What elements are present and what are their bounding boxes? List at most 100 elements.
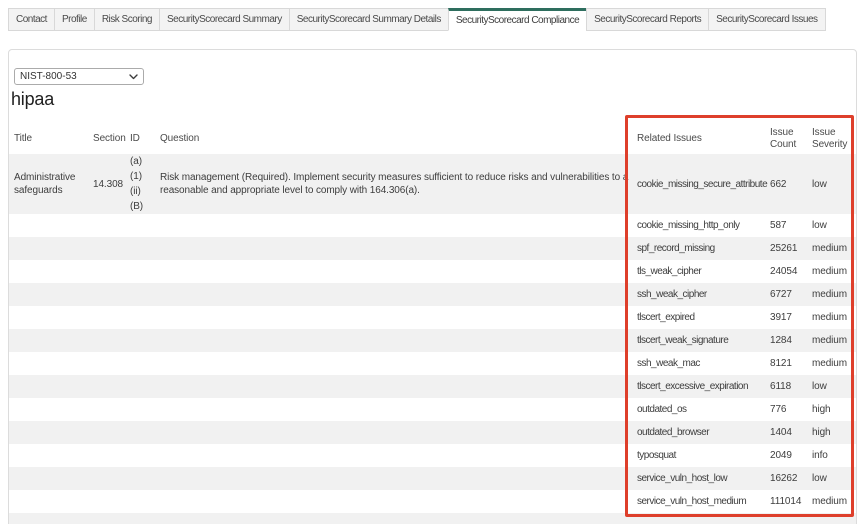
table-row: outdated_browser 1404 high	[9, 421, 856, 444]
cell-empty	[88, 283, 125, 306]
table-row: cookie_missing_http_only 587 low	[9, 214, 856, 237]
header-id: ID	[130, 132, 140, 144]
cell-empty	[155, 398, 632, 421]
cell-section: 14.308	[93, 178, 123, 190]
tab-securityscorecard-issues[interactable]: SecurityScorecard Issues	[708, 8, 826, 31]
cell-empty	[9, 214, 88, 237]
cell-issue-severity: medium	[812, 312, 847, 323]
cell-empty	[9, 444, 88, 467]
cell-issue-count: 662	[770, 178, 787, 190]
cell-empty	[88, 306, 125, 329]
cell-issue-name: typosquat	[637, 450, 676, 461]
cell-issue-severity: low	[812, 178, 827, 190]
cell-empty	[155, 467, 632, 490]
cell-empty	[155, 260, 632, 283]
cell-issue-severity: medium	[812, 243, 847, 254]
cell-empty	[125, 352, 155, 375]
page-title: hipaa	[11, 89, 55, 109]
cell-empty	[9, 260, 88, 283]
cell-issue-count: 8121	[770, 358, 792, 369]
cell-empty	[155, 490, 632, 513]
cell-issue-count: 6118	[770, 381, 792, 392]
tab-securityscorecard-summary-details[interactable]: SecurityScorecard Summary Details	[288, 8, 449, 31]
cell-empty	[155, 283, 632, 306]
chevron-down-icon	[129, 73, 138, 80]
framework-select[interactable]: NIST-800-53	[14, 68, 144, 85]
cell-issue-severity: high	[812, 404, 831, 415]
cell-issue-count: 1404	[770, 427, 792, 438]
cell-issue-count: 111014	[770, 496, 802, 507]
cell-empty	[125, 306, 155, 329]
tab-bar: Contact Profile Risk Scoring SecuritySco…	[8, 8, 826, 31]
header-question: Question	[160, 132, 200, 144]
cell-empty	[125, 421, 155, 444]
compliance-table: Title Section ID Question Related Issues…	[9, 123, 856, 524]
cell-empty	[9, 375, 88, 398]
cell-issue-count: 25261	[770, 243, 798, 254]
cell-empty	[9, 421, 88, 444]
cell-issue-name: tlscert_excessive_expiration	[637, 381, 749, 392]
cell-empty	[9, 329, 88, 352]
cell-empty	[155, 375, 632, 398]
header-title: Title	[14, 132, 33, 144]
cell-issue-name: spf_record_missing	[637, 243, 715, 254]
cell-empty	[9, 352, 88, 375]
cell-empty	[9, 306, 88, 329]
cell-empty	[125, 490, 155, 513]
table-row: outdated_os 776 high	[9, 398, 856, 421]
tab-securityscorecard-reports[interactable]: SecurityScorecard Reports	[586, 8, 710, 31]
cell-empty	[125, 444, 155, 467]
cell-issue-name: service_vuln_host_medium	[637, 496, 747, 507]
cell-empty	[88, 260, 125, 283]
cell-issue-name: service_vuln_host_low	[637, 473, 728, 484]
table-row: ssh_weak_mac 8121 medium	[9, 352, 856, 375]
table-row: tls_weak_cipher 24054 medium	[9, 260, 856, 283]
tab-securityscorecard-compliance[interactable]: SecurityScorecard Compliance	[447, 8, 588, 31]
cell-empty	[9, 490, 88, 513]
cell-issue-count: 2049	[770, 450, 792, 461]
tab-securityscorecard-summary[interactable]: SecurityScorecard Summary	[158, 8, 290, 31]
cell-empty	[125, 260, 155, 283]
cell-issue-severity: medium	[812, 335, 847, 346]
cell-empty	[155, 352, 632, 375]
cell-issue-count: 3917	[770, 312, 792, 323]
cell-issue-severity: medium	[812, 289, 847, 300]
table-row	[9, 513, 856, 524]
cell-issue-count: 776	[770, 404, 787, 415]
compliance-panel: NIST-800-53 hipaa Title Section ID Quest…	[8, 49, 857, 524]
tab-risk-scoring[interactable]: Risk Scoring	[93, 8, 160, 31]
id-line: (a)	[130, 156, 142, 167]
table-row: typosquat 2049 info	[9, 444, 856, 467]
table-header-row: Title Section ID Question Related Issues…	[9, 123, 856, 154]
cell-issue-name: ssh_weak_mac	[637, 358, 700, 369]
cell-issue-name: cookie_missing_http_only	[637, 220, 740, 231]
cell-empty	[155, 329, 632, 352]
table-row: tlscert_excessive_expiration 6118 low	[9, 375, 856, 398]
tab-contact[interactable]: Contact	[8, 8, 55, 31]
cell-issue-count: 6727	[770, 289, 792, 300]
cell-empty	[9, 467, 88, 490]
header-issue-severity: Issue Severity	[812, 126, 848, 150]
cell-issue-name: outdated_browser	[637, 427, 710, 438]
cell-empty	[88, 467, 125, 490]
cell-empty	[155, 214, 632, 237]
table-row: spf_record_missing 25261 medium	[9, 237, 856, 260]
cell-empty	[125, 283, 155, 306]
cell-issue-severity: low	[812, 473, 827, 484]
cell-empty	[125, 214, 155, 237]
cell-issue-severity: medium	[812, 496, 847, 507]
cell-issue-severity: high	[812, 427, 831, 438]
cell-empty	[88, 421, 125, 444]
cell-empty	[9, 398, 88, 421]
cell-issue-name: ssh_weak_cipher	[637, 289, 707, 300]
cell-empty	[88, 329, 125, 352]
tab-profile[interactable]: Profile	[53, 8, 95, 31]
cell-empty	[155, 306, 632, 329]
header-related-issues: Related Issues	[637, 132, 702, 144]
cell-empty	[88, 444, 125, 467]
cell-empty	[9, 283, 88, 306]
table-row: ssh_weak_cipher 6727 medium	[9, 283, 856, 306]
cell-issue-count: 24054	[770, 266, 798, 277]
id-line: (1)	[130, 171, 142, 182]
cell-empty	[155, 421, 632, 444]
